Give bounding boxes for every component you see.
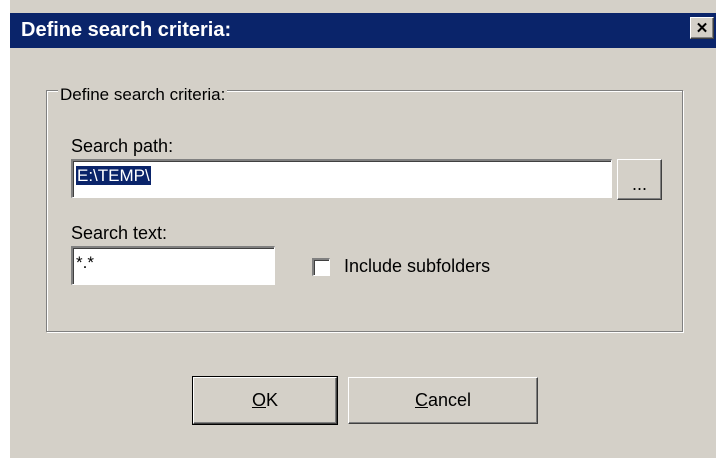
title-bar[interactable]: Define search criteria: ✕ [10,13,716,48]
browse-button[interactable]: ... [617,159,662,200]
include-subfolders-label[interactable]: Include subfolders [344,256,490,276]
outer-background [0,0,10,457]
browse-button-label: ... [631,173,647,194]
ok-button-label: OK [251,390,279,410]
include-subfolders-checkbox[interactable] [312,258,330,276]
close-icon: ✕ [695,19,709,37]
cancel-button[interactable]: Cancel [348,377,538,424]
search-path-label: Search path: [71,136,174,156]
window-title: Define search criteria: [21,19,232,41]
search-text-value: *.* [76,253,94,272]
ok-button[interactable]: OK [192,376,338,425]
search-text-label: Search text: [71,223,168,243]
search-text-input[interactable]: *.* [71,246,275,285]
cancel-button-label: Cancel [414,390,472,410]
groupbox-label: Define search criteria: [58,85,228,104]
search-path-value: E:\TEMP\ [75,165,152,186]
search-path-input[interactable]: E:\TEMP\ [71,159,612,198]
close-button[interactable]: ✕ [690,17,714,39]
search-criteria-groupbox [46,90,683,332]
